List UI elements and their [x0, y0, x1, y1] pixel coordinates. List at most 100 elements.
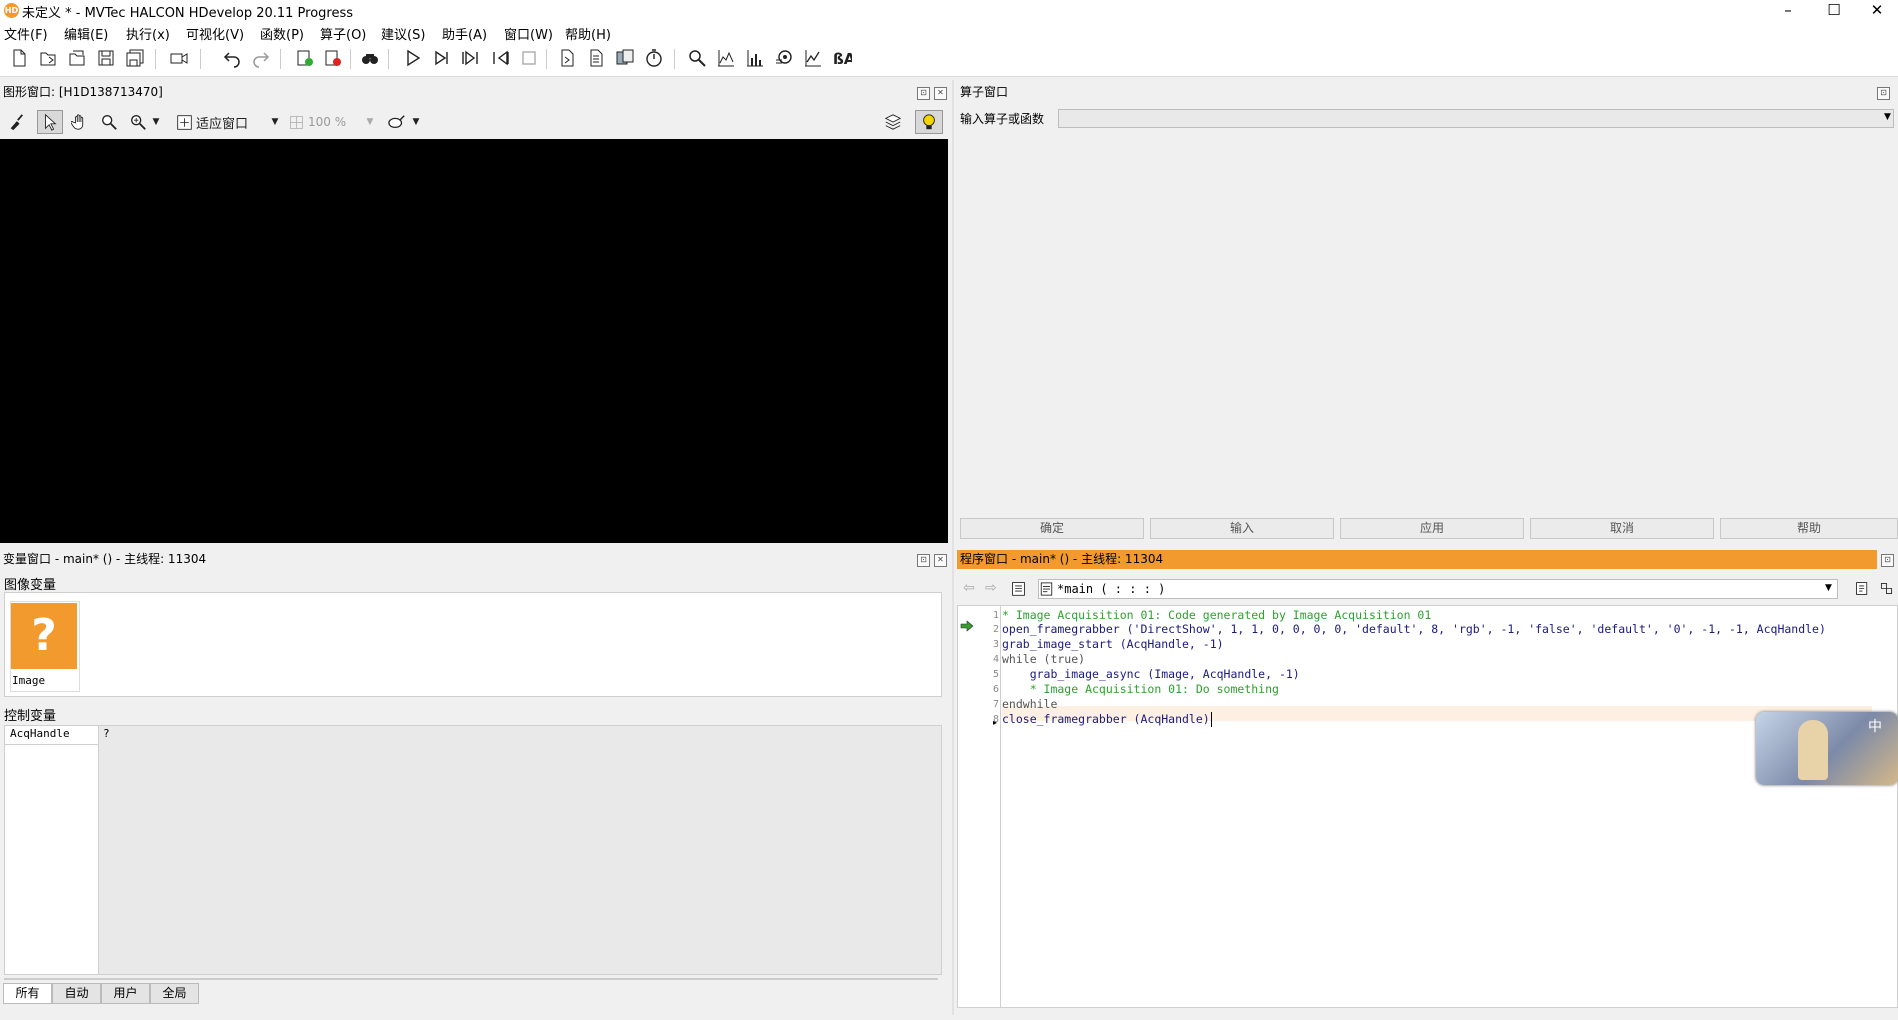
code-line[interactable]: * Image Acquisition 01: Do something	[1002, 682, 1279, 697]
procedure-select[interactable]: *main ( : : : )	[1038, 579, 1838, 599]
menu-operators[interactable]: 算子(O)	[320, 24, 366, 43]
reset-icon[interactable]	[585, 47, 607, 69]
variable-window-header: 变量窗口 - main* () - 主线程: 11304	[0, 550, 950, 569]
enter-button[interactable]: 输入	[1150, 518, 1334, 539]
forward-arrow-icon[interactable]: ⇨	[985, 580, 997, 596]
code-line[interactable]: open_framegrabber ('DirectShow', 1, 1, 0…	[1002, 622, 1826, 637]
line-profile-icon[interactable]	[802, 47, 824, 69]
zoom-dropdown-icon[interactable]: ▼	[150, 110, 162, 134]
redo-icon[interactable]	[250, 47, 272, 69]
float-icon[interactable]: ⊡	[1877, 87, 1890, 100]
open-example-icon[interactable]	[66, 47, 88, 69]
menu-file[interactable]: 文件(F)	[4, 24, 48, 43]
ime-avatar-widget[interactable]: 中	[1756, 712, 1898, 785]
step-out-icon[interactable]	[489, 47, 511, 69]
close-button[interactable]: ✕	[1854, 0, 1898, 22]
help-button[interactable]: 帮助	[1720, 518, 1898, 539]
graphics-canvas[interactable]	[0, 139, 948, 543]
menu-execute[interactable]: 执行(x)	[126, 24, 170, 43]
code-line[interactable]: grab_image_async (Image, AcqHandle, -1)	[1002, 667, 1300, 682]
open-file-icon[interactable]	[37, 47, 59, 69]
layers-icon[interactable]	[881, 110, 905, 134]
menu-edit[interactable]: 编辑(E)	[64, 24, 108, 43]
control-variable-value: ?	[103, 727, 110, 740]
close-icon[interactable]: ✕	[934, 554, 947, 567]
magnify-icon[interactable]	[97, 110, 121, 134]
menu-visualize[interactable]: 可视化(V)	[186, 24, 244, 43]
code-line[interactable]: * Image Acquisition 01: Code generated b…	[1002, 608, 1431, 623]
line-number: 3	[992, 639, 999, 650]
maximize-button[interactable]: ☐	[1811, 0, 1857, 22]
procedure-list-icon[interactable]	[1010, 580, 1027, 601]
gray-histogram-icon[interactable]	[715, 47, 737, 69]
step-over-icon[interactable]	[431, 47, 453, 69]
control-variables-panel	[4, 725, 942, 975]
close-icon[interactable]: ✕	[934, 87, 947, 100]
stop-icon[interactable]	[518, 47, 540, 69]
run-icon[interactable]	[402, 47, 424, 69]
save-all-icon[interactable]	[124, 47, 146, 69]
tab-user[interactable]: 用户	[101, 983, 150, 1004]
vertical-splitter[interactable]	[952, 80, 954, 1015]
procedure-dropdown-icon[interactable]: ▼	[1825, 583, 1832, 593]
activate-line-icon[interactable]	[294, 47, 316, 69]
minimize-button[interactable]: –	[1765, 0, 1811, 22]
operator-input[interactable]	[1058, 109, 1894, 128]
apply-button[interactable]: 应用	[1340, 518, 1524, 539]
graphics-window-header: 图形窗口: [H1D138713470]	[0, 83, 950, 102]
fit-window-label[interactable]: 适应窗口	[196, 110, 248, 134]
new-file-icon[interactable]	[8, 47, 30, 69]
draw-region-icon[interactable]	[386, 110, 408, 134]
tab-all[interactable]: 所有	[3, 983, 52, 1004]
deactivate-line-icon[interactable]	[322, 47, 344, 69]
edit-procedure-icon[interactable]	[1854, 580, 1871, 601]
menu-help[interactable]: 帮助(H)	[565, 24, 611, 43]
code-line[interactable]: close_framegrabber (AcqHandle)	[1002, 712, 1212, 727]
image-variable-thumbnail[interactable]: ?	[11, 603, 77, 669]
zoom-in-icon[interactable]	[126, 110, 150, 134]
image-acquisition-icon[interactable]	[168, 47, 190, 69]
tab-global[interactable]: 全局	[150, 983, 199, 1004]
lightbulb-icon[interactable]	[915, 110, 943, 134]
code-line[interactable]: grab_image_start (AcqHandle, -1)	[1002, 637, 1224, 652]
feature-histogram-icon[interactable]	[744, 47, 766, 69]
cancel-button[interactable]: 取消	[1530, 518, 1714, 539]
program-window-header: 程序窗口 - main* () - 主线程: 11304	[957, 550, 1877, 569]
variable-inspect-icon[interactable]	[614, 47, 636, 69]
menu-window[interactable]: 窗口(W)	[504, 24, 553, 43]
code-line[interactable]: while (true)	[1002, 652, 1085, 667]
image-variables-panel	[4, 592, 942, 697]
draw-dropdown-icon[interactable]: ▼	[410, 110, 422, 134]
operator-area	[957, 108, 1898, 518]
fit-dropdown-icon[interactable]: ▼	[269, 110, 281, 134]
code-editor[interactable]	[957, 605, 1898, 1008]
operator-window-title: 算子窗口	[960, 85, 1009, 99]
code-line[interactable]: endwhile	[1002, 697, 1057, 712]
float-icon[interactable]: ⊡	[917, 554, 930, 567]
float-icon[interactable]: ⊡	[1881, 554, 1894, 567]
pointer-icon[interactable]	[37, 110, 63, 134]
fit-window-icon[interactable]	[174, 110, 194, 134]
tab-divider	[4, 978, 938, 980]
feature-inspection-icon[interactable]	[773, 47, 795, 69]
procedure-interface-icon[interactable]	[1878, 580, 1895, 601]
float-icon[interactable]: ⊡	[917, 87, 930, 100]
profiler-icon[interactable]	[643, 47, 665, 69]
menu-assistants[interactable]: 助手(A)	[442, 24, 487, 43]
back-arrow-icon[interactable]: ⇦	[963, 580, 975, 596]
tab-auto[interactable]: 自动	[52, 983, 101, 1004]
clear-window-icon[interactable]	[4, 110, 28, 134]
pan-hand-icon[interactable]	[68, 110, 92, 134]
reset-program-icon[interactable]	[556, 47, 578, 69]
step-into-icon[interactable]	[460, 47, 482, 69]
operator-dropdown-icon[interactable]: ▼	[1884, 112, 1891, 122]
zoom-window-icon[interactable]	[686, 47, 708, 69]
ok-button[interactable]: 确定	[960, 518, 1144, 539]
control-variable-name-column	[5, 726, 99, 974]
save-icon[interactable]	[95, 47, 117, 69]
menu-suggestions[interactable]: 建议(S)	[381, 24, 425, 43]
ocr-assistant-icon[interactable]: ßA	[831, 47, 853, 69]
menu-functions[interactable]: 函数(P)	[260, 24, 304, 43]
undo-icon[interactable]	[221, 47, 243, 69]
find-icon[interactable]	[359, 47, 381, 69]
